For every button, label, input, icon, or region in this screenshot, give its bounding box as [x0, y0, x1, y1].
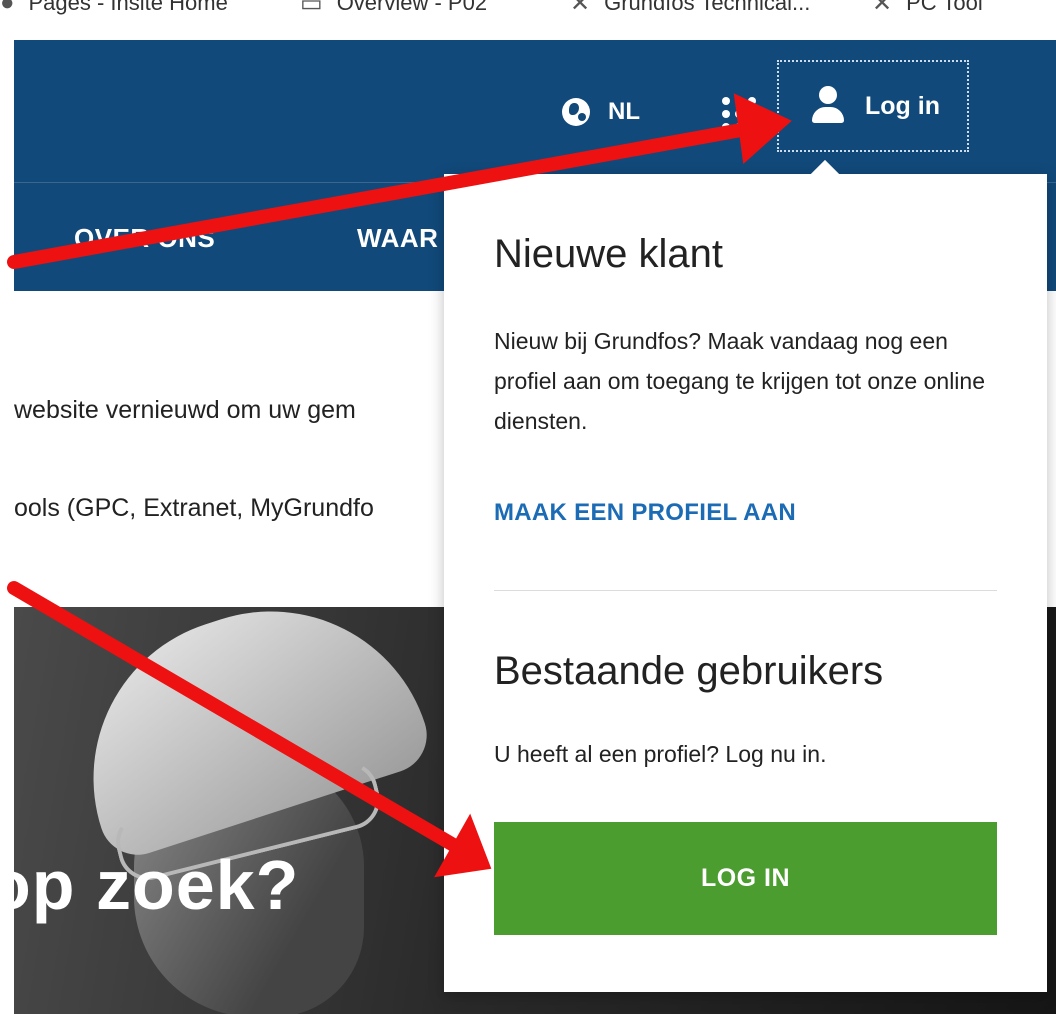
annotation-arrow-to-login-menu [7, 121, 759, 269]
arrowhead-login-menu [733, 93, 792, 164]
annotation-arrow-to-login-button [7, 581, 469, 857]
annotation-arrows [7, 93, 792, 878]
